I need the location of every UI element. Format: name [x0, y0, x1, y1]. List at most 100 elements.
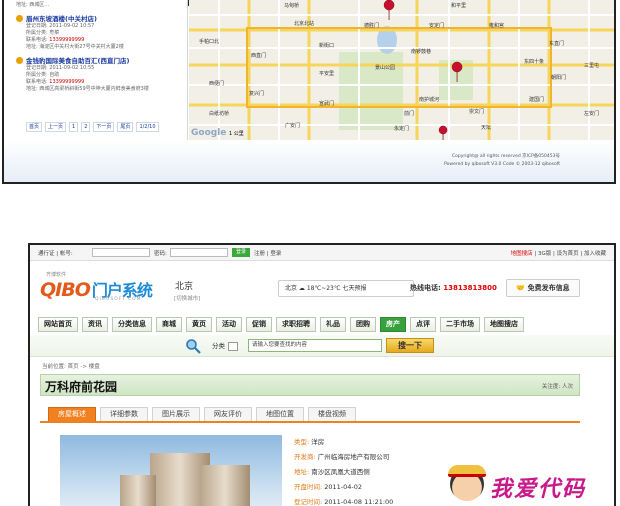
account-label: 通行证 | 帐号: [38, 251, 73, 257]
page-title-bar: 万科府前花园 关注度: 人次 [40, 374, 580, 396]
switch-city-link[interactable]: [切换城市] [174, 294, 200, 302]
password-label: 密码: [154, 251, 167, 257]
list-registered: 登记日期: 2011-09-02 10:57 [26, 23, 95, 29]
tab-map[interactable]: 地图位置 [256, 407, 304, 422]
logo-sub-text: QIBOSOFT.COM [95, 297, 142, 302]
map-view[interactable]: 马甸桥 手帕口北 德胜门 白纸坊桥 复兴门 西直门 新街口 安定门 雍和宫 北京… [189, 0, 614, 140]
map-roads [189, 0, 614, 140]
top-screenshot: 地址: 西城区... 眉州东坡酒楼(中关村店) 登记日期: 2011-09-02… [2, 0, 616, 184]
nav-events[interactable]: 活动 [216, 317, 242, 332]
shop-name-link[interactable]: 金钱豹国际美食自助百汇(西直门店) [26, 55, 187, 65]
map-label: 南锣鼓巷 [411, 49, 432, 55]
tab-photos[interactable]: 图片展示 [152, 407, 200, 422]
pager-next[interactable]: 下一页 [93, 122, 115, 132]
info-type: 类型: 洋房 [294, 438, 325, 446]
map-label: 东四十条 [524, 59, 545, 65]
pager-page-2[interactable]: 2 [81, 122, 91, 132]
map-label: 天坛 [481, 125, 492, 131]
map-label: 西直门 [251, 53, 267, 59]
register-link[interactable]: 注册 | 登录 [254, 249, 281, 257]
nav-news[interactable]: 资讯 [82, 317, 108, 332]
nav-classifieds[interactable]: 分类信息 [112, 317, 152, 332]
tab-overview[interactable]: 房屋概述 [48, 407, 96, 422]
google-logo: Google [191, 128, 227, 138]
info-registered: 登记时间: 2011-04-08 11:21:00 [294, 498, 394, 506]
account-input[interactable] [92, 248, 150, 257]
tab-reviews[interactable]: 网友评价 [204, 407, 252, 422]
free-publish-button[interactable]: 🤝 免费发布信息 [506, 279, 580, 297]
shop-name-link[interactable]: 眉州东坡酒楼(中关村店) [26, 13, 187, 23]
map-label: 崇文门 [469, 109, 485, 115]
pager-page-1[interactable]: 1 [69, 122, 79, 132]
list-item[interactable]: 眉州东坡酒楼(中关村店) 登记日期: 2011-09-02 10:57 所属分类… [16, 13, 187, 51]
pager-count: 1/2/10 [136, 122, 159, 132]
straw-hat-icon [448, 465, 486, 477]
login-button[interactable]: 登录 [232, 248, 250, 257]
attention-count: 关注度: 人次 [541, 384, 573, 390]
bottom-screenshot: 通行证 | 帐号: 密码: 登录 注册 | 登录 地图搜店 | 3G版 | 设为… [28, 243, 616, 506]
pager: 首页 上一页 1 2 下一页 尾页 1/2/10 [26, 122, 159, 132]
nav-yellowpages[interactable]: 黄页 [186, 317, 212, 332]
map-label: 手帕口北 [199, 39, 220, 45]
nav-reviews[interactable]: 点评 [410, 317, 436, 332]
list-registered: 登记日期: 2011-09-02 10:55 [26, 65, 95, 71]
map-label: 宣武门 [319, 101, 335, 107]
info-developer: 开发商: 广州临海房地产有限公司 [294, 453, 390, 461]
list-address: 地址: 西城区高梁桥斜街59号中坤大厦内鲜食美食府3楼 [26, 86, 149, 92]
map-label: 平安里 [319, 71, 335, 77]
property-photo[interactable] [60, 435, 282, 506]
search-button[interactable]: 搜一下 [386, 338, 434, 353]
nav-mall[interactable]: 商城 [156, 317, 182, 332]
list-address: 地址: 海淀区中关村大街27号中关村大厦2楼 [26, 44, 124, 50]
nav-gifts[interactable]: 礼品 [320, 317, 346, 332]
password-input[interactable] [170, 248, 228, 257]
list-category: 所属分类: 自助 [26, 72, 60, 78]
list-category: 所属分类: 粤菜 [26, 30, 60, 36]
property-info: 类型: 洋房 开发商: 广州临海房地产有限公司 地址: 南沙区凤凰大道西侧 开盘… [294, 435, 393, 506]
search-category-select[interactable]: 分类 [212, 340, 238, 351]
nav-jobs[interactable]: 求职招聘 [276, 317, 316, 332]
map-label: 前门 [404, 111, 415, 117]
tab-params[interactable]: 详细参数 [100, 407, 148, 422]
nav-home[interactable]: 网站首页 [38, 317, 78, 332]
watermark-text: 我爱代码 [490, 477, 587, 502]
nav-realestate[interactable]: 房产 [380, 317, 406, 332]
info-address: 地址: 南沙区凤凰大道西侧 [294, 468, 370, 476]
map-pin-icon [16, 15, 23, 22]
nav-secondhand[interactable]: 二手市场 [440, 317, 480, 332]
map-scale: 1 公里 [229, 131, 244, 137]
search-bar: 分类 请输入您要查找的内容 搜一下 [30, 335, 614, 357]
page-title: 万科府前花园 [45, 380, 118, 394]
list-phone: 联系电话: 13399999999 [26, 79, 85, 85]
breadcrumb: 当前位置: 首页 -> 楼盘 [42, 364, 100, 370]
nav-groupbuy[interactable]: 团购 [350, 317, 376, 332]
tab-video[interactable]: 楼盘视频 [308, 407, 356, 422]
watermark: 我爱代码 [448, 465, 614, 505]
search-icon [186, 339, 201, 354]
nav-mapsearch[interactable]: 地图搜店 [484, 317, 524, 332]
main-nav: 网站首页 资讯 分类信息 商城 黄页 活动 促销 求职招聘 礼品 团购 房产 点… [38, 317, 598, 333]
top-right-links[interactable]: 地图搜店 | 3G版 | 设为首页 | 加入收藏 [511, 249, 606, 257]
pager-first[interactable]: 首页 [26, 122, 43, 132]
map-label: 复兴门 [249, 91, 265, 97]
tab-underline [40, 421, 580, 423]
weather-widget[interactable]: 北京 ☁ 18℃~23℃ 七天预报 [278, 280, 414, 297]
footer: Copyright@ all rights reserved 京ICP备0504… [4, 140, 614, 182]
pager-last[interactable]: 尾页 [117, 122, 134, 132]
map-label: 德胜门 [364, 23, 380, 29]
map-label: 三里屯 [584, 63, 600, 69]
pager-prev[interactable]: 上一页 [45, 122, 67, 132]
chevron-down-icon [228, 341, 238, 351]
search-input[interactable]: 请输入您要查找的内容 [248, 339, 382, 352]
nav-promotions[interactable]: 促销 [246, 317, 272, 332]
list-address: 地址: 西城区... [16, 2, 50, 8]
list-item: 地址: 西城区... [16, 2, 187, 9]
map-label: 东直门 [549, 41, 565, 47]
login-bar: 通行证 | 帐号: 密码: 登录 注册 | 登录 地图搜店 | 3G版 | 设为… [30, 245, 614, 261]
detail-tabs: 房屋概述 详细参数 图片展示 网友评价 地图位置 楼盘视频 [48, 407, 356, 422]
map-label: 和平里 [451, 3, 467, 9]
map-label: 白纸坊桥 [209, 111, 230, 117]
map-label: 西便门 [209, 81, 225, 87]
shop-list-panel: 地址: 西城区... 眉州东坡酒楼(中关村店) 登记日期: 2011-09-02… [16, 0, 188, 140]
list-item[interactable]: 金钱豹国际美食自助百汇(西直门店) 登记日期: 2011-09-02 10:55… [16, 55, 187, 93]
